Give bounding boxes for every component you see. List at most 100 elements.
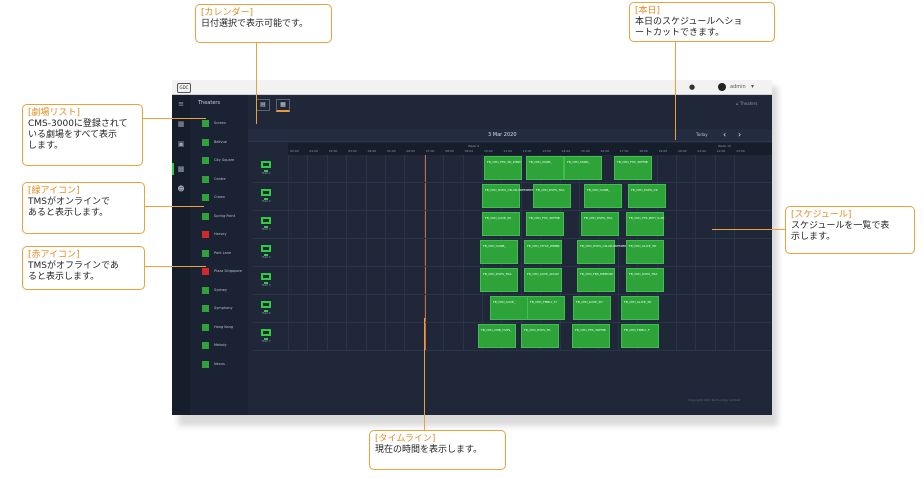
schedule-panel: ▤ ▦ ▤ ⌂ Theaters 3 Mar 2020 Today ‹ › We… bbox=[248, 95, 772, 415]
show-block[interactable]: FB_CPD_LOVE_ bbox=[490, 296, 528, 320]
chevron-down-icon[interactable]: ▾ bbox=[751, 82, 754, 92]
screen-icon[interactable] bbox=[261, 161, 271, 172]
show-block[interactable]: FB_CPD_SUBD_ bbox=[564, 156, 602, 180]
show-block[interactable]: FB_CPD_FTR_3DFMB bbox=[614, 156, 652, 180]
hour-label: 20:00 bbox=[678, 149, 687, 153]
hour-label: 14:00 bbox=[561, 149, 571, 153]
show-title: FB_CPD_DVPS_TRA bbox=[629, 272, 658, 276]
screen-label: Hall 6 bbox=[262, 311, 271, 315]
week-label: Week 10 bbox=[718, 144, 731, 148]
show-block[interactable]: FB_CPD_DVPS_TRA bbox=[480, 268, 518, 292]
show-block[interactable]: FB_CPD_CMB_DVPS_ bbox=[478, 324, 516, 348]
theater-name: City Square bbox=[214, 158, 235, 162]
avatar[interactable] bbox=[718, 83, 726, 91]
today-button[interactable]: Today bbox=[696, 132, 708, 137]
online-status-icon bbox=[202, 138, 209, 146]
menu-icon[interactable]: ≡ bbox=[177, 100, 185, 108]
show-block[interactable]: FB_CPD_LTTLE_WMBR bbox=[524, 240, 562, 264]
show-block[interactable]: FB_CPD_DVPS_TRA bbox=[533, 184, 571, 208]
callout-line bbox=[256, 42, 257, 124]
chart-icon[interactable]: ▣ bbox=[177, 140, 185, 148]
screen-row: Hall 7 FB_CPD_CMB_DVPS_ FB_CPD_DVPS_TR FB_C… bbox=[252, 323, 772, 351]
theater-name: Spring Point bbox=[214, 213, 236, 218]
screen-row: Hall 5 FB_CPD_DVPS_TRA FB_CPD_LOVE_ADULT FB… bbox=[252, 267, 772, 295]
show-title: FB_CPD_DVPS_TRA bbox=[536, 188, 565, 192]
show-title: FB_CPD_SUNB_ bbox=[587, 188, 610, 192]
list-icon[interactable]: ▦ bbox=[177, 120, 185, 128]
show-block[interactable]: FB_CPD_FMBLY_F bbox=[621, 324, 659, 348]
callout-theater-list: [劇場リスト] CMS-3000に登録されて いる劇場をすべて表示 します。 bbox=[22, 104, 143, 166]
show-block[interactable]: FB_CPD_LOVE_2D bbox=[573, 296, 611, 320]
show-title: FB_CPD_FMBLY_F bbox=[624, 328, 650, 332]
show-block[interactable]: FB_CPD_LOVE_50 bbox=[482, 212, 520, 236]
online-status-icon bbox=[202, 157, 209, 164]
screen-icon[interactable] bbox=[261, 329, 271, 340]
show-block[interactable]: FB_CPD_DVPS_TRA bbox=[581, 212, 619, 236]
show-block[interactable]: FB_CPD_SUNB_ bbox=[526, 156, 564, 180]
hour-label: 03:00 bbox=[348, 149, 357, 153]
show-block[interactable]: FB_CPD_SUNB_ bbox=[584, 184, 622, 208]
show-title: FB_CPD_FTR_3D_WBW bbox=[487, 160, 521, 164]
show-block[interactable]: FB_CPD_FBS_MEMORY bbox=[577, 268, 615, 292]
theater-name: Park Lane bbox=[214, 250, 232, 255]
show-title: FB_CPD_LOVE_ADULT bbox=[527, 272, 559, 276]
screen-label: Hall 5 bbox=[262, 283, 271, 287]
user-icon[interactable]: ☻ bbox=[177, 185, 185, 193]
show-block[interactable]: FB_CPD_DVPS_TR bbox=[521, 324, 559, 348]
theater-list: Theaters Screen Bellvue City Square Centre C… bbox=[190, 95, 248, 415]
show-block[interactable]: FB_CPD_DVPS_CR bbox=[628, 184, 666, 208]
show-block[interactable]: FB_CPD_ALICE_3D bbox=[626, 240, 664, 264]
top-bar: GDC ● admin ▾ bbox=[172, 80, 772, 95]
prev-day-arrow-icon[interactable]: ‹ bbox=[723, 130, 726, 140]
show-title: FB_CPD_DVPS_CN-2D-PREMIERE bbox=[485, 188, 534, 192]
screen-icon[interactable] bbox=[261, 217, 271, 228]
help-icon[interactable]: ● bbox=[689, 83, 695, 91]
show-title: FB_CPD_SUNB_ bbox=[529, 160, 552, 164]
hour-label: 06:00 bbox=[406, 149, 416, 153]
online-status-icon bbox=[202, 360, 209, 368]
callout-title: [赤アイコン] bbox=[28, 250, 80, 260]
theater-icon[interactable]: ▩ bbox=[177, 165, 185, 173]
hour-label: 10:00 bbox=[484, 149, 493, 153]
show-title: FB_CPD_ALICE_3D bbox=[624, 300, 652, 304]
user-name[interactable]: admin bbox=[730, 82, 746, 92]
hour-label: 11:00 bbox=[503, 149, 513, 153]
hour-label: 04:00 bbox=[367, 149, 377, 153]
calendar-icon[interactable]: ▦ bbox=[276, 99, 290, 112]
show-block[interactable]: FB_CPD_FTR_3D_WBW bbox=[484, 156, 522, 180]
screen-icon[interactable] bbox=[261, 245, 271, 256]
show-block[interactable]: FB_CPD_DVPS_CN-2D-PREMIERE bbox=[577, 240, 628, 264]
callout-today: [本日] 本日のスケジュールへショ ートカットできます。 bbox=[629, 2, 775, 42]
online-status-icon bbox=[202, 175, 209, 183]
callout-line bbox=[140, 118, 206, 119]
screen-icon[interactable] bbox=[261, 301, 271, 312]
hour-label: 15:00 bbox=[581, 149, 590, 153]
callout-body: TMSがオフラインであ ると表示します。 bbox=[28, 261, 119, 282]
screen-row: Hall 2 FB_CPD_DVPS_CN-2D-PREMIERE FB_CPD_D… bbox=[252, 183, 772, 211]
show-title: FB_CPD_DVPS_CN-2D-PREMIERE bbox=[580, 244, 629, 248]
callout-red-icon: [赤アイコン] TMSがオフラインであ ると表示します。 bbox=[22, 246, 145, 290]
app-window: GDC ● admin ▾ ≡ ▦ ▣ ▩ ☻ Theaters Screen B… bbox=[172, 80, 772, 415]
online-status-icon bbox=[202, 194, 209, 201]
show-block[interactable]: FB_CPD_FTR_3DFMB bbox=[572, 324, 610, 348]
callout-line bbox=[712, 229, 786, 230]
show-block[interactable]: FB_CPD_FTR_BHH_S-2D bbox=[626, 212, 664, 236]
show-block[interactable]: FB_CPD_FMBLY_FI bbox=[527, 296, 565, 320]
show-block[interactable]: FB_CPD_SUNB_ bbox=[480, 240, 518, 264]
show-block[interactable]: FB_CPD_DVPS_TRA bbox=[626, 268, 664, 292]
show-title: FB_CPD_CMB_DVPS_ bbox=[481, 328, 512, 332]
tab-list-view[interactable]: ▤ bbox=[256, 99, 270, 111]
hour-label: 22:00 bbox=[716, 149, 726, 153]
callout-calendar: [カレンダー] 日付選択で表示可能です。 bbox=[195, 4, 332, 43]
show-block[interactable]: FB_CPD_FTR_3DFMB bbox=[526, 212, 564, 236]
show-block[interactable]: FB_CPD_LOVE_ADULT bbox=[524, 268, 562, 292]
next-day-arrow-icon[interactable]: › bbox=[738, 130, 741, 140]
show-block[interactable]: FB_CPD_DVPS_CN-2D-PREMIERE bbox=[482, 184, 533, 208]
theater-name: Harvey bbox=[214, 232, 227, 236]
screen-icon[interactable] bbox=[261, 189, 271, 200]
show-block[interactable]: FB_CPD_ALICE_3D bbox=[621, 296, 659, 320]
screen-row: Hall 6 FB_CPD_LOVE_ FB_CPD_FMBLY_FI FB_CPD_… bbox=[252, 295, 772, 323]
screen-icon[interactable] bbox=[261, 273, 271, 284]
show-title: FB_CPD_FTR_3DFMB bbox=[617, 160, 648, 164]
home-icon[interactable]: ⌂ bbox=[736, 101, 739, 106]
